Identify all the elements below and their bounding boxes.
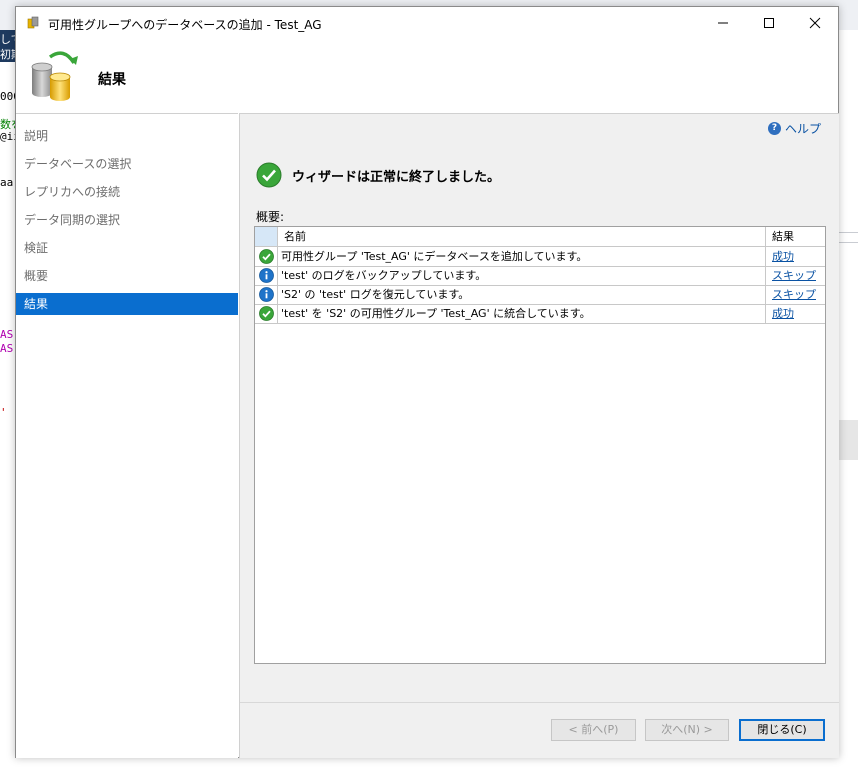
success-banner: ウィザードは正常に終了しました。	[256, 162, 500, 188]
background-divider	[838, 232, 858, 233]
previous-button[interactable]: < 前へ(P)	[551, 719, 636, 741]
row-name: 'S2' の 'test' ログを復元しています。	[278, 285, 766, 304]
minimize-icon	[718, 22, 728, 24]
wizard-header: 結果	[16, 39, 838, 113]
page-title: 結果	[98, 72, 126, 88]
minimize-button[interactable]	[700, 7, 746, 39]
success-check-icon	[258, 249, 274, 264]
step-data-sync[interactable]: データ同期の選択	[16, 209, 238, 231]
database-sync-icon	[31, 51, 78, 101]
background-divider	[838, 242, 858, 243]
row-name: 'test' のログをバックアップしています。	[278, 266, 766, 285]
step-validation[interactable]: 検証	[16, 237, 238, 259]
title-bar[interactable]: 可用性グループへのデータベースの追加 - Test_AG	[16, 7, 838, 39]
table-row[interactable]: 可用性グループ 'Test_AG' にデータベースを追加しています。 成功	[255, 247, 825, 267]
help-icon: ?	[767, 122, 781, 135]
step-summary[interactable]: 概要	[16, 265, 238, 287]
row-icon-cell	[255, 304, 278, 323]
next-button[interactable]: 次へ(N) >	[645, 719, 729, 741]
step-select-database[interactable]: データベースの選択	[16, 153, 238, 175]
row-name: 'test' を 'S2' の可用性グループ 'Test_AG' に統合していま…	[278, 304, 766, 323]
background-panel	[838, 420, 858, 460]
close-button[interactable]: 閉じる(C)	[739, 719, 825, 741]
result-link[interactable]: スキップ	[772, 269, 816, 282]
step-results[interactable]: 結果	[16, 293, 238, 315]
background-text: '	[0, 406, 7, 419]
close-icon	[809, 17, 821, 29]
step-connect-replicas[interactable]: レプリカへの接続	[16, 181, 238, 203]
background-text: AS	[0, 328, 14, 341]
success-message: ウィザードは正常に終了しました。	[292, 169, 501, 185]
window-title: 可用性グループへのデータベースの追加 - Test_AG	[48, 18, 322, 32]
maximize-button[interactable]	[746, 7, 792, 39]
app-icon	[27, 16, 39, 29]
help-link[interactable]: ? ヘルプ	[767, 120, 821, 137]
table-header-row: 名前 結果	[255, 227, 825, 247]
info-icon	[258, 268, 274, 283]
row-result-cell: スキップ	[767, 285, 825, 304]
result-link[interactable]: 成功	[772, 250, 794, 263]
step-description[interactable]: 説明	[16, 125, 238, 147]
table-row[interactable]: 'test' のログをバックアップしています。 スキップ	[255, 266, 825, 286]
header-name[interactable]: 名前	[278, 227, 766, 246]
result-link[interactable]: スキップ	[772, 288, 816, 301]
background-text: aa	[0, 176, 14, 189]
footer-divider	[240, 702, 839, 703]
results-panel: ? ヘルプ ウィザードは正常に終了しました。 概要: 名前 結果 可用性グループ…	[239, 113, 839, 758]
wizard-steps-sidebar: 説明 データベースの選択 レプリカへの接続 データ同期の選択 検証 概要 結果	[16, 113, 238, 758]
result-link[interactable]: 成功	[772, 307, 794, 320]
row-icon-cell	[255, 266, 278, 285]
header-result[interactable]: 結果	[767, 227, 825, 246]
add-database-dialog: 可用性グループへのデータベースの追加 - Test_AG 結果 説明 データベー…	[15, 6, 839, 758]
row-icon-cell	[255, 247, 278, 266]
row-result-cell: 成功	[767, 304, 825, 323]
background-text: AS	[0, 342, 14, 355]
table-row[interactable]: 'test' を 'S2' の可用性グループ 'Test_AG' に統合していま…	[255, 304, 825, 324]
success-check-icon	[258, 306, 274, 321]
help-label: ヘルプ	[784, 122, 821, 136]
table-row[interactable]: 'S2' の 'test' ログを復元しています。 スキップ	[255, 285, 825, 305]
row-result-cell: スキップ	[767, 266, 825, 285]
close-window-button[interactable]	[792, 7, 838, 39]
header-icon-cell	[255, 227, 278, 246]
row-result-cell: 成功	[767, 247, 825, 266]
results-table: 名前 結果 可用性グループ 'Test_AG' にデータベースを追加しています。…	[254, 226, 826, 664]
row-name: 可用性グループ 'Test_AG' にデータベースを追加しています。	[278, 247, 766, 266]
success-check-icon	[256, 162, 282, 188]
maximize-icon	[764, 18, 774, 28]
summary-label: 概要:	[256, 210, 285, 224]
row-icon-cell	[255, 285, 278, 304]
info-icon	[258, 287, 274, 302]
